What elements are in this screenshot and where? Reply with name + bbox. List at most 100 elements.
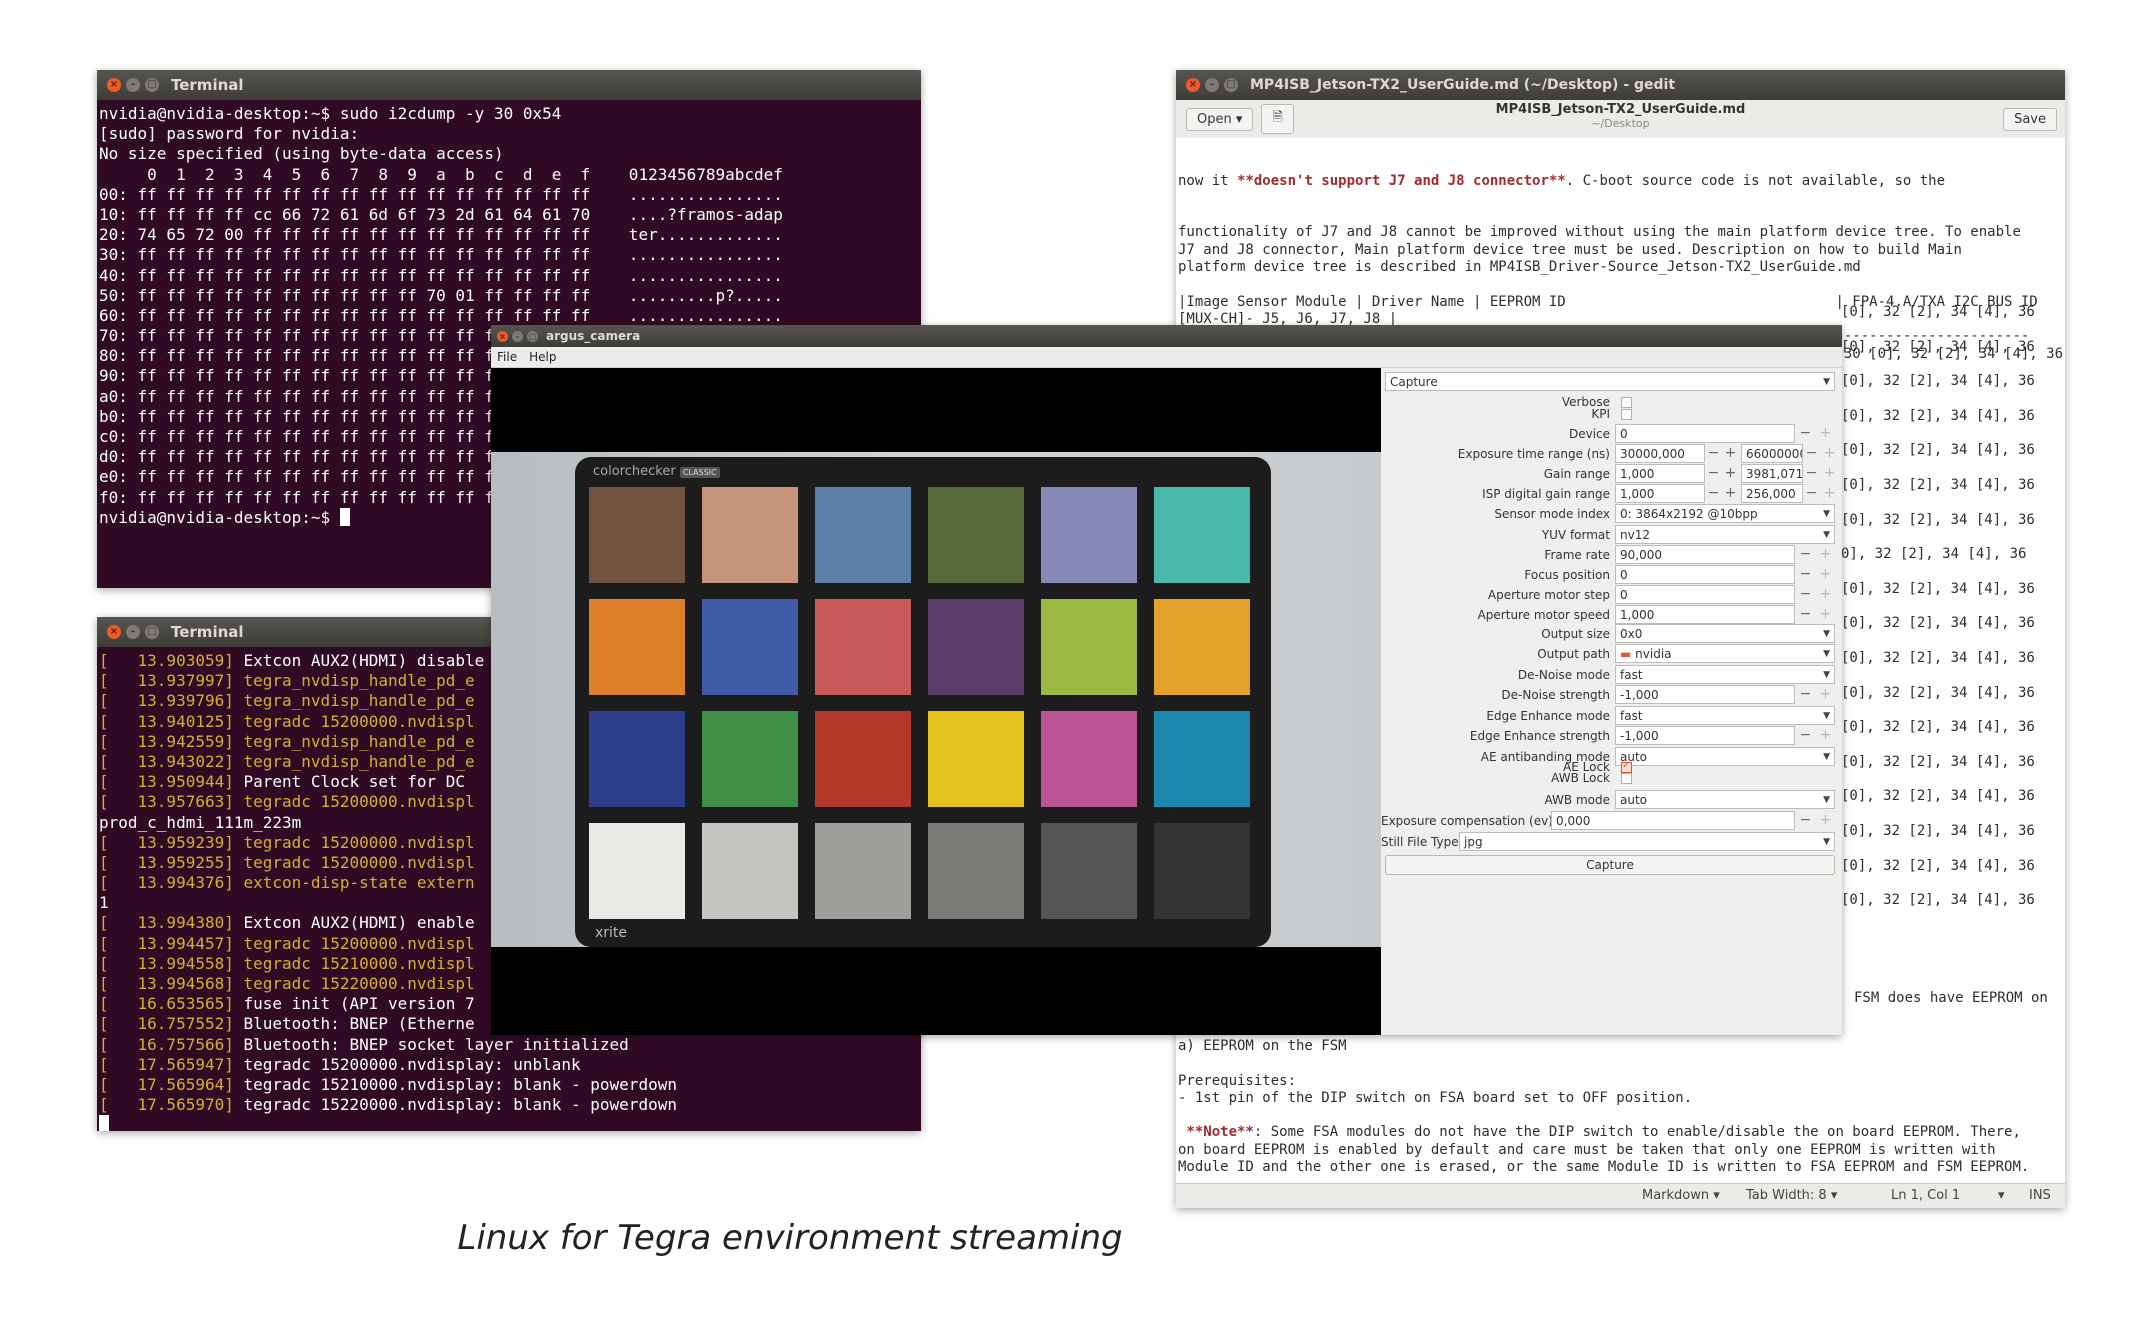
minimize-icon[interactable]: – (126, 78, 140, 92)
exposure-max-decrement[interactable]: − (1803, 444, 1820, 463)
chevron-down-icon: ▼ (1823, 377, 1830, 387)
gain-min-decrement[interactable]: − (1705, 464, 1722, 483)
tab-width-selector[interactable]: Tab Width: 8 ▾ (1746, 1188, 1837, 1203)
chevron-down-icon[interactable]: ▾ (1998, 1188, 2005, 1203)
gain-max-increment[interactable]: + (1821, 464, 1838, 483)
isp-min-decrement[interactable]: − (1705, 484, 1722, 503)
exp-comp-increment[interactable]: + (1817, 811, 1834, 830)
gain-min-input[interactable]: 1,000 (1615, 464, 1705, 483)
exposure-max-increment[interactable]: + (1821, 444, 1838, 463)
text-line: [0], 32 [2], 34 [4], 36 (1841, 304, 2035, 320)
frame-input[interactable]: 90,000 (1615, 545, 1795, 564)
text-line: J7 and J8 connector, Main platform devic… (1178, 241, 1962, 258)
open-button[interactable]: Open ▾ (1186, 107, 1254, 131)
frame-decrement[interactable]: − (1797, 545, 1814, 564)
close-icon[interactable]: × (107, 78, 121, 92)
denoise-strength-input[interactable]: -1,000 (1615, 685, 1795, 704)
close-icon[interactable]: × (107, 625, 121, 639)
yuv-select[interactable]: nv12 ▼ (1615, 525, 1835, 544)
aperture-step-decrement[interactable]: − (1797, 585, 1814, 604)
focus-input[interactable]: 0 (1615, 565, 1795, 584)
device-decrement[interactable]: − (1797, 424, 1814, 443)
dmesg-line: [ 16.757566] Bluetooth: BNEP socket laye… (99, 1035, 921, 1055)
awb-lock-checkbox[interactable] (1621, 773, 1632, 784)
gain-min-increment[interactable]: + (1722, 464, 1739, 483)
chevron-down-icon: ▼ (1823, 837, 1830, 847)
menu-help[interactable]: Help (529, 350, 556, 364)
gedit-titlebar[interactable]: × – □ MP4ISB_Jetson-TX2_UserGuide.md (~/… (1176, 70, 2065, 100)
exposure-min-input[interactable]: 30000,000 (1615, 444, 1705, 463)
chevron-down-icon: ▼ (1823, 629, 1830, 639)
dmesg-message: fuse init (API version 7 (233, 994, 475, 1014)
verbose-checkbox[interactable] (1621, 397, 1632, 408)
exposure-min-increment[interactable]: + (1722, 444, 1739, 463)
denoise-strength-increment[interactable]: + (1817, 685, 1834, 704)
minimize-icon[interactable]: – (512, 330, 523, 342)
chart-logo: xrite (595, 925, 628, 941)
text-line: FSM does have EEPROM on (1854, 990, 2048, 1006)
gain-max-input[interactable]: 3981,071 (1741, 464, 1803, 483)
menu-file[interactable]: File (497, 350, 517, 364)
focus-increment[interactable]: + (1817, 565, 1834, 584)
edge-strength-increment[interactable]: + (1817, 726, 1834, 745)
text-line: [0], 32 [2], 34 [4], 36 (1841, 719, 2035, 736)
exposure-max-input[interactable]: 660000000,00 (1741, 444, 1803, 463)
sensor-select[interactable]: 0: 3864x2192 @10bpp ▼ (1615, 504, 1835, 523)
exposure-min-decrement[interactable]: − (1705, 444, 1722, 463)
isp-max-increment[interactable]: + (1821, 484, 1838, 503)
color-swatch (589, 487, 685, 583)
frame-increment[interactable]: + (1817, 545, 1834, 564)
output-size-select[interactable]: 0x0 ▼ (1615, 624, 1835, 643)
edge-strength-decrement[interactable]: − (1797, 726, 1814, 745)
edge-strength-input[interactable]: -1,000 (1615, 726, 1795, 745)
terminal-titlebar[interactable]: × – □ Terminal (97, 70, 921, 100)
close-icon[interactable]: × (1186, 78, 1200, 92)
dmesg-message: tegradc 15200000.nvdispl (233, 711, 475, 731)
output-path-select[interactable]: ▬ nvidia ▼ (1615, 644, 1835, 663)
save-button[interactable]: Save (2003, 107, 2057, 131)
new-tab-button[interactable]: 🗎 (1261, 104, 1294, 134)
minimize-icon[interactable]: – (126, 625, 140, 639)
denoise-mode-select[interactable]: fast ▼ (1615, 665, 1835, 684)
language-selector[interactable]: Markdown ▾ (1642, 1188, 1720, 1203)
close-icon[interactable]: × (497, 330, 508, 342)
text-line: [0], 32 [2], 34 [4], 36 (1841, 822, 2035, 839)
device-increment[interactable]: + (1817, 424, 1834, 443)
color-swatch (815, 599, 911, 695)
dmesg-message: tegra_nvdisp_handle_pd_e (233, 731, 475, 751)
minimize-icon[interactable]: – (1205, 78, 1219, 92)
colorchecker-chart: colorchecker CLASSIC xrite (575, 457, 1271, 947)
maximize-icon[interactable]: □ (145, 625, 159, 639)
gain-max-decrement[interactable]: − (1803, 464, 1820, 483)
awb-mode-select[interactable]: auto ▼ (1615, 790, 1835, 809)
argus-titlebar[interactable]: × – □ argus_camera (491, 325, 1842, 347)
maximize-icon[interactable]: □ (145, 78, 159, 92)
kpi-checkbox[interactable] (1621, 409, 1632, 420)
terminal-line: 00: ff ff ff ff ff ff ff ff ff ff ff ff … (99, 184, 783, 204)
exp-comp-decrement[interactable]: − (1797, 811, 1814, 830)
insert-mode: INS (2029, 1188, 2051, 1203)
edge-mode-select[interactable]: fast ▼ (1615, 706, 1835, 725)
aperture-step-input[interactable]: 0 (1615, 585, 1795, 604)
dmesg-message: tegradc 15200000.nvdispl (233, 852, 475, 872)
maximize-icon[interactable]: □ (527, 330, 538, 342)
isp-min-increment[interactable]: + (1722, 484, 1739, 503)
denoise-strength-decrement[interactable]: − (1797, 685, 1814, 704)
dmesg-message: tegra_nvdisp_handle_pd_e (233, 671, 475, 691)
dmesg-timestamp: [ 13.994376] (99, 873, 234, 893)
isp-min-input[interactable]: 1,000 (1615, 484, 1705, 503)
aperture-step-increment[interactable]: + (1817, 585, 1834, 604)
maximize-icon[interactable]: □ (1224, 78, 1238, 92)
dmesg-timestamp: [ 16.653565] (99, 994, 234, 1014)
text-line: [0], 32 [2], 34 [4], 36 (1841, 442, 2035, 459)
still-select[interactable]: jpg ▼ (1459, 832, 1835, 851)
capture-button[interactable]: Capture (1385, 855, 1835, 875)
device-input[interactable]: 0 (1615, 424, 1795, 443)
text-line (1178, 276, 2065, 293)
exp-comp-input[interactable]: 0,000 (1551, 811, 1795, 830)
capture-mode-select[interactable]: Capture ▼ (1385, 372, 1835, 391)
isp-max-decrement[interactable]: − (1803, 484, 1820, 503)
focus-decrement[interactable]: − (1797, 565, 1814, 584)
isp-max-input[interactable]: 256,000 (1741, 484, 1803, 503)
terminal-line: 30: ff ff ff ff ff ff ff ff ff ff ff ff … (99, 245, 783, 265)
